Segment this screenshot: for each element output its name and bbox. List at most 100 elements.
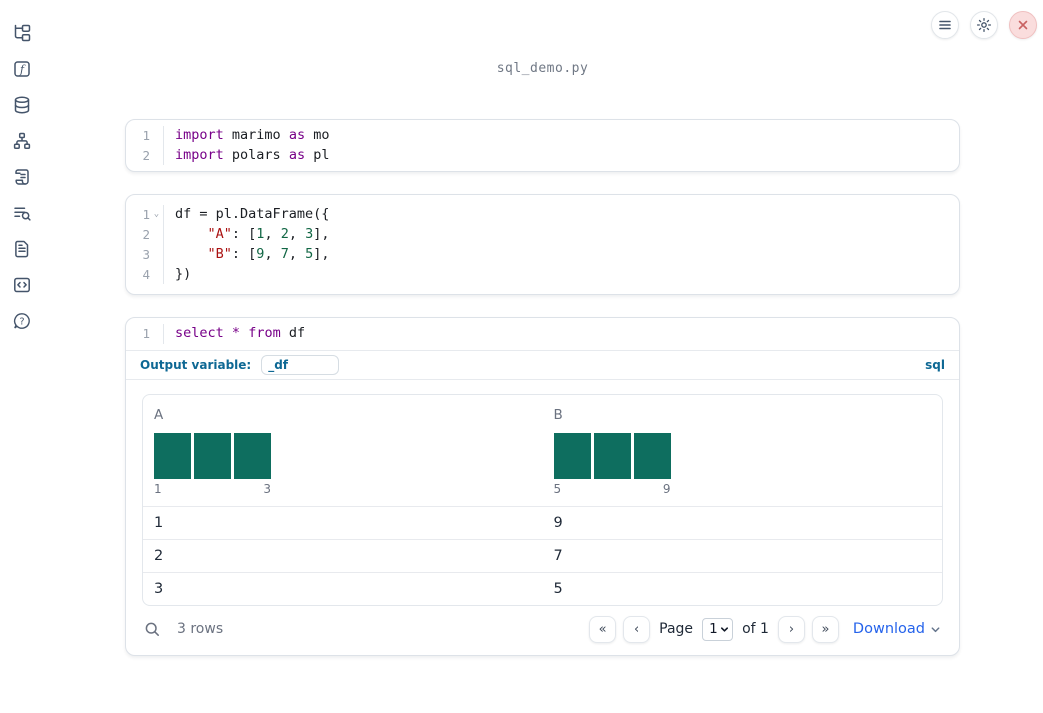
code-token: ], (313, 245, 330, 262)
code-token: ], (313, 226, 330, 243)
code-line[interactable]: 1 import marimo as mo (126, 126, 959, 146)
histogram-bar[interactable] (234, 432, 271, 479)
line-number: 2 (142, 227, 150, 243)
page-number-select[interactable]: 1 (709, 621, 721, 638)
fold-gutter (150, 265, 163, 285)
first-page-button[interactable]: « (589, 615, 617, 643)
table-row[interactable]: 27 (143, 538, 942, 572)
gear-icon (976, 17, 992, 33)
file-tree-icon[interactable] (12, 23, 32, 43)
code-token: from (248, 325, 281, 342)
close-button[interactable] (1009, 11, 1037, 39)
row-count-label: 3 rows (177, 621, 224, 638)
code-text: "A": [1, 2, 3], (163, 225, 959, 245)
code-line[interactable]: 2 import polars as pl (126, 145, 959, 166)
column-name[interactable]: A (154, 407, 532, 423)
code-token: pl (305, 146, 330, 163)
code-cell-imports[interactable]: 1 import marimo as mo 2 import polars as pl (125, 119, 960, 173)
code-token: , (264, 226, 281, 243)
code-token: * (231, 325, 241, 342)
code-text: select * from df (163, 324, 959, 344)
output-variable-row: Output variable: sql (126, 351, 959, 379)
dependency-graph-icon[interactable] (12, 131, 32, 151)
table-column-header: A 13 (143, 407, 543, 496)
code-token: : [ (231, 226, 257, 243)
output-variable-label: Output variable: (140, 357, 252, 372)
code-token: mo (305, 127, 330, 143)
fold-gutter (150, 324, 163, 344)
dataframe-table: A 13 B 59 192735 (142, 393, 943, 606)
output-variable-input[interactable] (261, 354, 340, 375)
line-number: 1 (142, 128, 150, 143)
search-icon[interactable] (144, 621, 161, 638)
chevron-down-icon (931, 627, 940, 632)
code-snippet-icon[interactable] (12, 275, 32, 295)
code-line[interactable]: 1 select * from df (126, 324, 959, 344)
language-badge: sql (925, 357, 945, 372)
code-line[interactable]: 4}) (126, 264, 959, 285)
fold-chevron-icon[interactable]: ⌄ (150, 205, 163, 225)
pagination-controls: « ‹ Page 1 of 1 › » (589, 615, 839, 643)
cell-output-area: A 13 B 59 192735 3 rows « ‹ Page 1 of 1 › »… (126, 378, 959, 655)
histogram-bar[interactable] (553, 432, 591, 479)
help-bubble-icon[interactable]: ? (12, 311, 32, 331)
histogram-min-label: 5 (553, 481, 562, 496)
code-token: : [ (231, 245, 257, 262)
code-token: }) (175, 265, 192, 282)
code-text: }) (163, 264, 959, 285)
column-histogram[interactable]: 13 (154, 432, 532, 496)
last-page-button[interactable]: » (811, 615, 839, 643)
helper-sidebar: f ? (0, 0, 44, 713)
code-text: import marimo as mo (163, 126, 959, 146)
histogram-bar[interactable] (194, 432, 231, 479)
histogram-bars (154, 432, 532, 479)
column-name[interactable]: B (554, 407, 932, 423)
code-token: , (264, 245, 281, 262)
code-line[interactable]: 2 "A": [1, 2, 3], (126, 225, 959, 245)
histogram-range-labels: 13 (154, 482, 271, 496)
function-icon[interactable]: f (12, 59, 32, 79)
line-number: 4 (142, 266, 150, 282)
database-icon[interactable] (12, 95, 32, 115)
code-token: "B" (207, 245, 232, 262)
code-token: import (175, 127, 224, 143)
code-cell-dataframe[interactable]: 1 ⌄ df = pl.DataFrame({2 "A": [1, 2, 3], 3 … (125, 194, 960, 296)
histogram-bar[interactable] (633, 432, 671, 479)
code-text: import polars as pl (163, 145, 959, 166)
code-token: "A" (207, 226, 232, 243)
code-line[interactable]: 3 "B": [9, 7, 5], (126, 244, 959, 265)
code-token: as (288, 146, 306, 163)
histogram-bar[interactable] (154, 432, 191, 479)
table-column-header: B 59 (543, 407, 943, 496)
histogram-min-label: 1 (154, 481, 162, 496)
table-header-row: A 13 B 59 (143, 395, 942, 506)
column-histogram[interactable]: 59 (553, 432, 932, 496)
scroll-logs-icon[interactable] (12, 167, 32, 187)
document-icon[interactable] (12, 239, 32, 259)
page-label: Page (659, 621, 694, 638)
settings-button[interactable] (970, 11, 998, 39)
download-button[interactable]: Download (853, 621, 941, 637)
code-line[interactable]: 1 ⌄ df = pl.DataFrame({ (126, 205, 959, 226)
list-search-icon[interactable] (12, 203, 32, 223)
fold-gutter (150, 146, 163, 166)
table-footer: 3 rows « ‹ Page 1 of 1 › » Download (142, 615, 943, 643)
histogram-bar[interactable] (593, 432, 631, 479)
chevron-down-icon (721, 627, 729, 632)
line-number: 2 (142, 147, 150, 163)
sql-code-editor[interactable]: 1 select * from df (126, 318, 959, 350)
code-token: 2 (280, 226, 289, 243)
prev-page-button[interactable]: ‹ (623, 615, 651, 643)
code-token: df (280, 325, 306, 342)
table-cell: 2 (154, 547, 164, 564)
table-cell: 1 (154, 514, 164, 531)
table-row[interactable]: 35 (143, 571, 942, 605)
fold-gutter (150, 225, 163, 245)
next-page-button[interactable]: › (777, 615, 805, 643)
table-row[interactable]: 19 (143, 505, 942, 539)
page-select[interactable]: 1 (702, 617, 734, 641)
code-token: polars (223, 146, 289, 163)
